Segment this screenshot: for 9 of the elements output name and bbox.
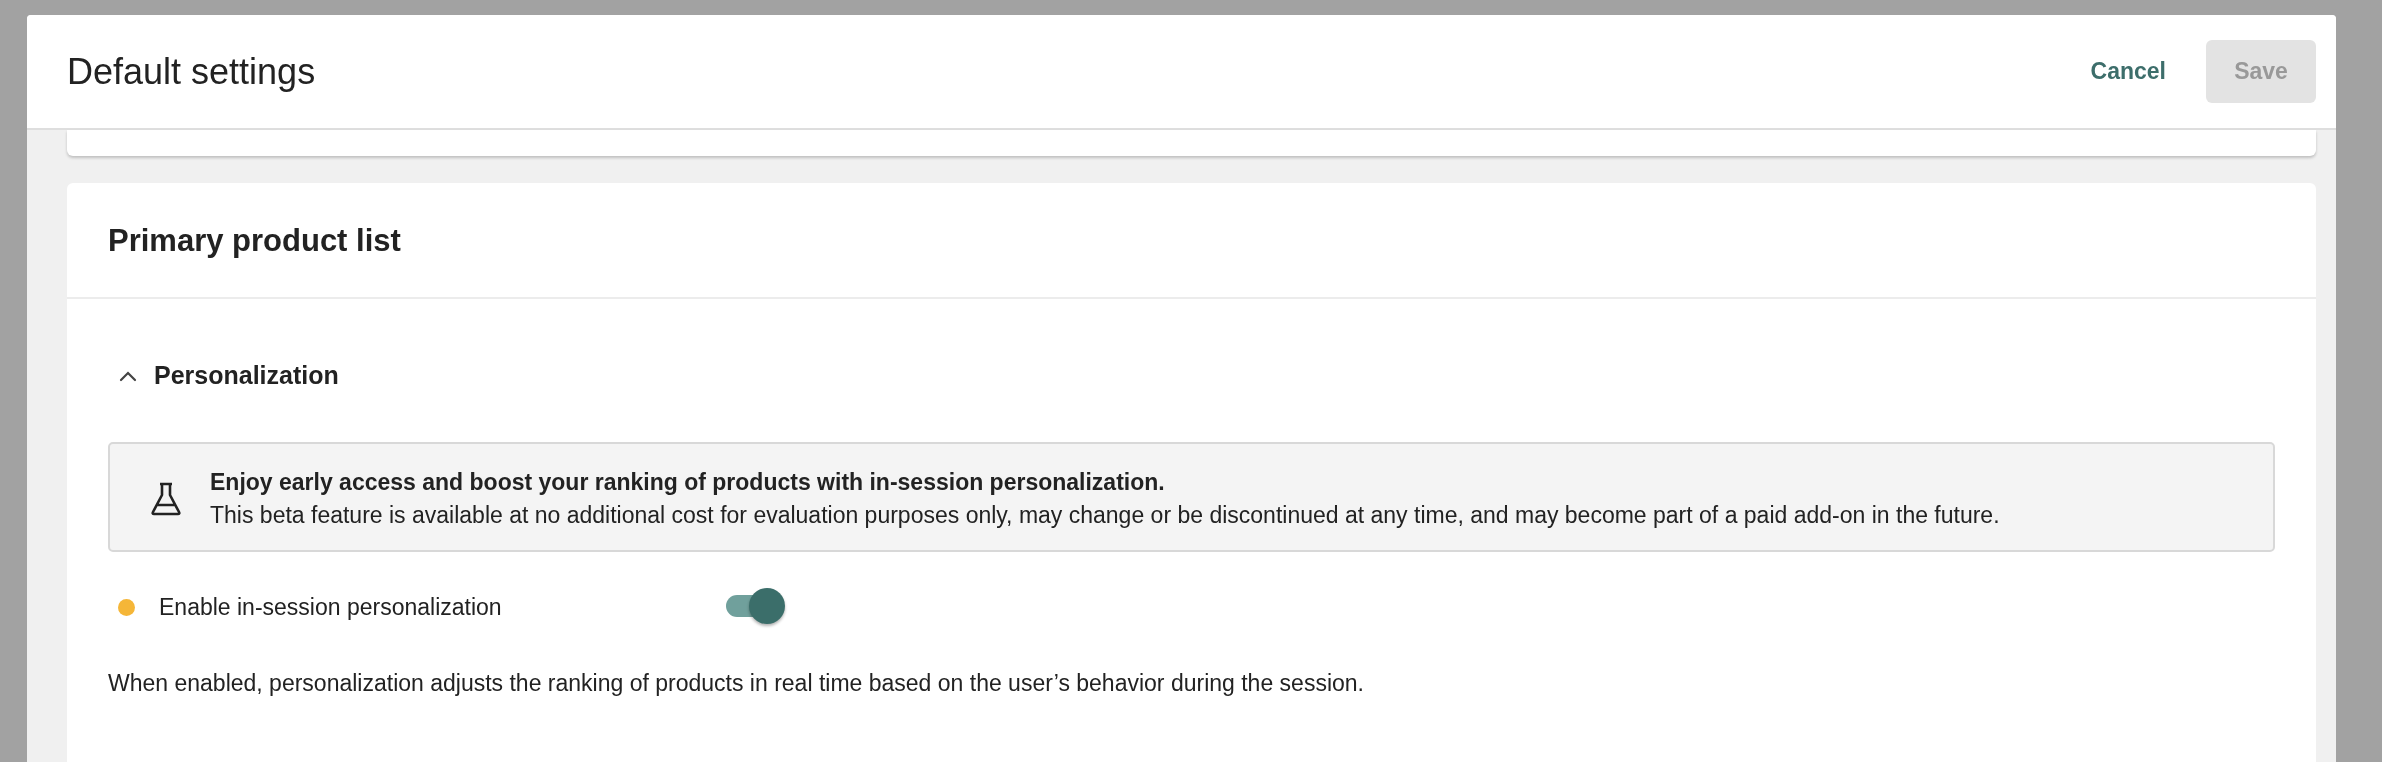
notice-headline: Enjoy early access and boost your ranking of products with in-session personalization.: [210, 468, 1166, 497]
section-title: Primary product list: [67, 183, 2316, 299]
setting-description: When enabled, personalization adjusts the ranking of products in real time based on the user’s behavior during the session.: [108, 670, 1365, 697]
setting-label: Enable in-session personalization: [159, 593, 503, 621]
collapse-toggle[interactable]: Personalization: [108, 361, 339, 390]
flask-icon: [150, 482, 182, 516]
notice-text: This beta feature is available at no additional cost for evaluation purposes only, may change or be discontinued at any time, and may become part of a paid add-on in the future.: [210, 501, 2000, 530]
cancel-button[interactable]: Cancel: [2090, 58, 2166, 85]
modal-title: Default settings: [67, 50, 316, 93]
